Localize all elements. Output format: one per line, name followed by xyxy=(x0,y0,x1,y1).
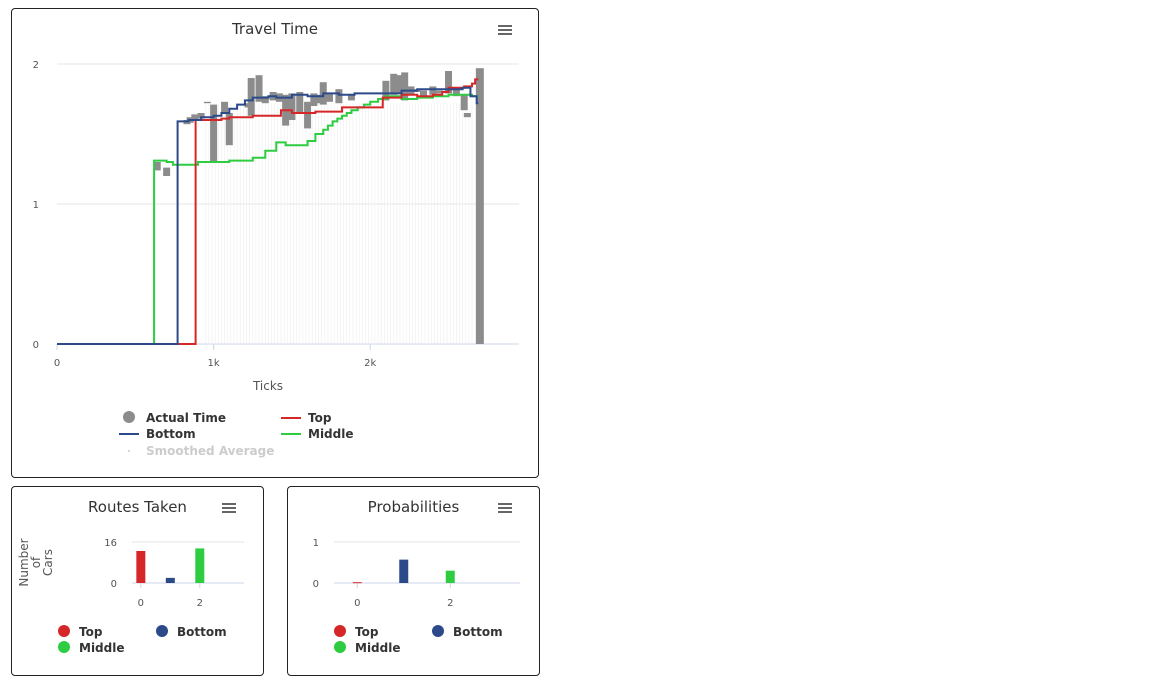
probabilities-chart: 0 1 0 2 Top Bottom Middle xyxy=(313,538,520,655)
legend-item-smoothed-average: Smoothed Average xyxy=(146,444,274,458)
actual-time-bar xyxy=(304,101,312,129)
legend-symbol xyxy=(58,625,70,637)
actual-time-bar xyxy=(326,93,334,102)
legend-symbol xyxy=(128,450,130,452)
actual-time-bar xyxy=(460,94,468,111)
series-line-middle xyxy=(57,93,479,345)
actual-time-bar xyxy=(203,101,211,104)
legend-item-top: Top xyxy=(79,625,103,639)
x-tick-label: 0 xyxy=(54,358,60,369)
bar-middle xyxy=(445,570,455,583)
probabilities-panel: Probabilities 0 1 0 2 Top Bottom Middle xyxy=(287,486,540,676)
x-tick-label: 1k xyxy=(208,358,220,369)
legend-symbol xyxy=(58,641,70,653)
legend-symbol xyxy=(123,411,135,423)
bar-top xyxy=(352,582,362,584)
x-tick-label: 2 xyxy=(197,598,203,609)
actual-time-bar xyxy=(163,167,171,176)
y-axis-title: NumberofCars xyxy=(17,538,55,586)
routes-taken-chart: 0 16 0 2 NumberofCars Top Bottom Middle xyxy=(17,538,244,655)
y-tick-label: 2 xyxy=(33,60,39,71)
travel-time-chart: 0 1 2 0 1k 2k Ticks Actual Time Top Bottom Middle S… xyxy=(33,60,519,458)
legend-item-middle: Middle xyxy=(355,641,401,655)
legend-symbol xyxy=(156,625,168,637)
x-tick-label: 0 xyxy=(138,598,144,609)
actual-time-bar xyxy=(429,86,437,95)
legend-item-bottom: Bottom xyxy=(177,625,227,639)
y-tick-label: 0 xyxy=(33,340,39,351)
bar-bottom xyxy=(399,559,409,583)
legend-symbol xyxy=(432,625,444,637)
legend-item-middle: Middle xyxy=(79,641,125,655)
routes-taken-panel: Routes Taken 0 16 0 2 Number of Cars Top Bottom M… xyxy=(11,486,264,676)
bar-bottom xyxy=(165,577,175,583)
y-axis-title-line: Cars xyxy=(41,549,55,576)
actual-time-bar xyxy=(335,89,343,104)
legend-item-actual-time: Actual Time xyxy=(146,411,226,425)
legend-item-bottom: Bottom xyxy=(146,427,196,441)
bar-top xyxy=(136,550,146,583)
travel-time-panel: Travel Time 0 1 2 0 1k 2k Ticks Actual Time Top B… xyxy=(11,8,539,478)
y-tick-label: 0 xyxy=(313,579,319,590)
legend-item-middle: Middle xyxy=(308,427,354,441)
x-tick-label: 0 xyxy=(354,598,360,609)
legend-symbol xyxy=(334,641,346,653)
x-tick-label: 2 xyxy=(447,598,453,609)
x-axis-title: Ticks xyxy=(252,379,283,393)
actual-time-bar xyxy=(221,101,229,113)
series-line-top xyxy=(57,78,479,345)
legend-item-top: Top xyxy=(308,411,332,425)
actual-time-bar xyxy=(463,113,471,118)
x-tick-label: 2k xyxy=(364,358,376,369)
actual-time-bar xyxy=(210,104,218,162)
y-tick-label: 0 xyxy=(111,579,117,590)
y-tick-label: 1 xyxy=(313,538,319,549)
bar-middle xyxy=(195,548,205,583)
y-tick-label: 16 xyxy=(104,538,117,549)
legend-item-bottom: Bottom xyxy=(453,625,503,639)
y-tick-label: 1 xyxy=(33,200,39,211)
series-line-bottom xyxy=(57,86,479,345)
actual-time-bar xyxy=(475,68,484,344)
legend-item-top: Top xyxy=(355,625,379,639)
legend-symbol xyxy=(334,625,346,637)
